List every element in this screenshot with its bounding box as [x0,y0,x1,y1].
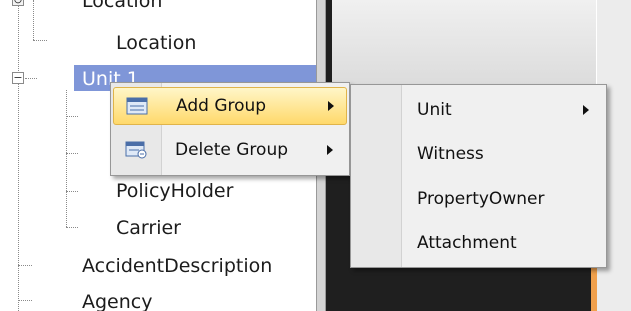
menu-item-label: Witness [417,144,484,164]
collapse-icon[interactable]: − [12,72,24,84]
preview-header [332,0,596,84]
tree-connector [66,191,78,192]
menu-item-label: PropertyOwner [417,189,545,209]
context-menu: Add Group Delete Group [110,82,350,176]
tree-connector [33,0,34,40]
tree-connector [66,153,78,154]
submenu-arrow-icon [583,105,589,115]
tree-connector [18,265,32,266]
tree-item-accidentdescription[interactable]: AccidentDescription [82,254,272,278]
menu-item-delete-group[interactable]: Delete Group [113,132,347,170]
tree-connector [66,90,67,227]
menu-item-label: Attachment [417,233,517,253]
menu-item-label: Delete Group [175,140,289,160]
tree-connector [33,40,47,41]
tree-item-policyholder[interactable]: PolicyHolder [116,179,233,203]
submenu-item-unit[interactable]: Unit [353,91,604,129]
tree-connector [66,227,78,228]
collapse-icon[interactable]: ⊖ [12,0,24,6]
add-group-icon [126,97,148,115]
add-group-submenu: Unit Witness PropertyOwner Attachment [350,84,607,268]
tree-item-carrier[interactable]: Carrier [116,216,181,240]
tree-item-agency[interactable]: Agency [82,290,152,311]
submenu-item-witness[interactable]: Witness [353,135,604,173]
tree-item-location[interactable]: Location [116,31,196,55]
tree-item-location-parent[interactable]: Location [82,0,162,13]
delete-group-icon [125,141,147,159]
tree-connector [25,78,37,79]
menu-item-label: Add Group [176,96,267,116]
menu-item-add-group[interactable]: Add Group [113,87,347,125]
submenu-arrow-icon [328,101,334,111]
submenu-item-attachment[interactable]: Attachment [353,224,604,262]
submenu-item-propertyowner[interactable]: PropertyOwner [353,180,604,218]
submenu-arrow-icon [327,145,333,155]
tree-connector [18,300,32,301]
tree-connector [66,116,78,117]
menu-item-label: Unit [417,100,452,120]
